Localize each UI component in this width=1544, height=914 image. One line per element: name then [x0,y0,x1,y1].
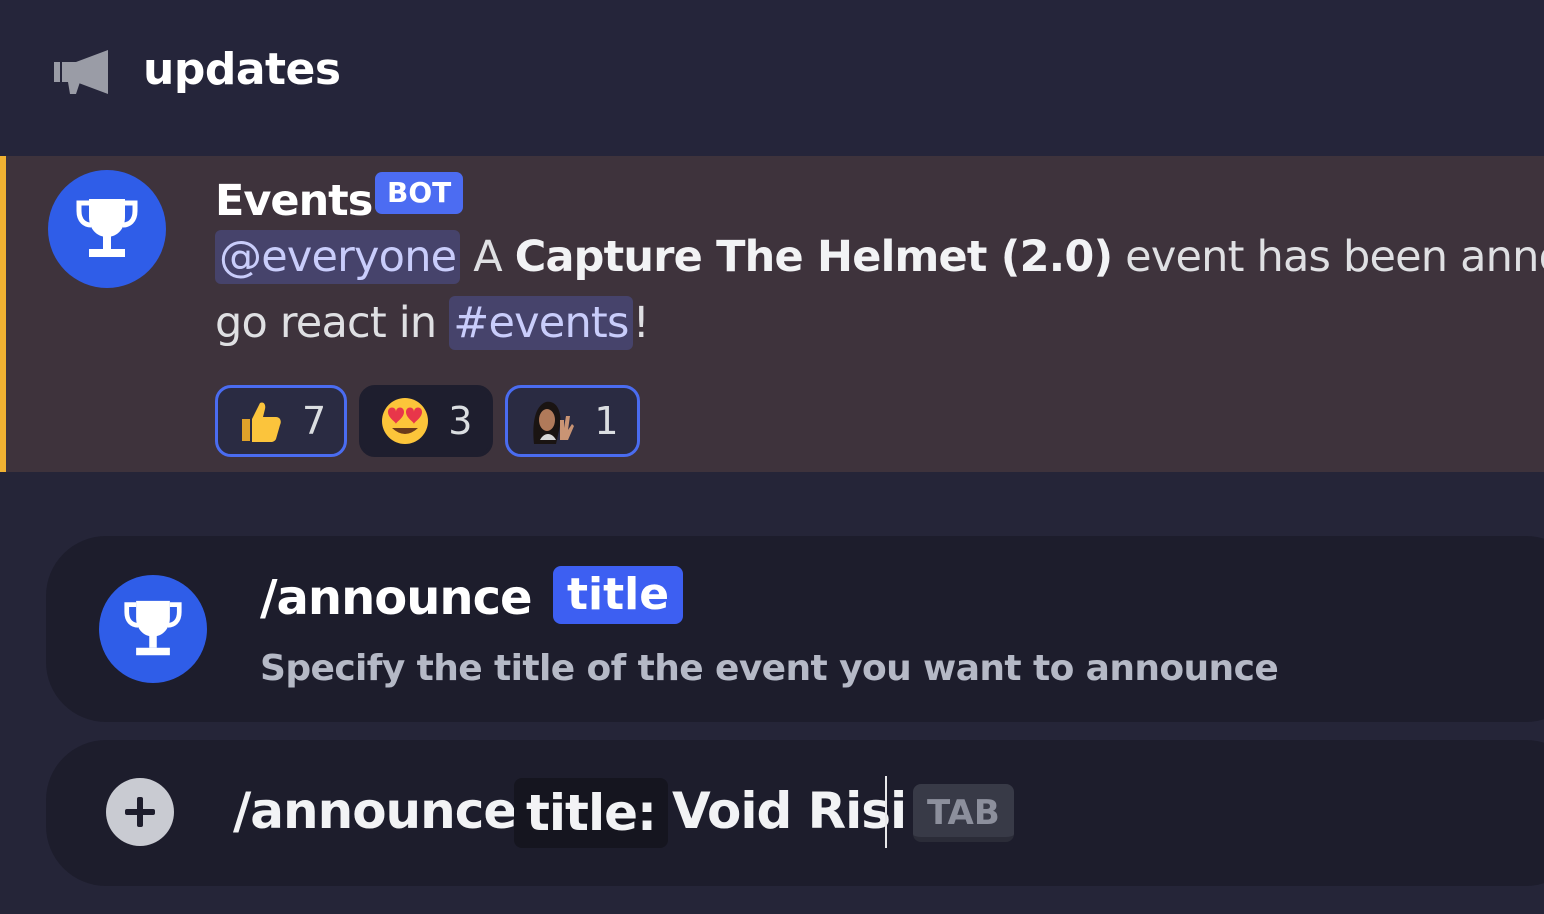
channel-mention[interactable]: #events [449,296,633,350]
message: Events BOT @everyone A Capture The Helme… [0,156,1544,472]
message-text-c: go react in [215,298,437,348]
plus-icon [125,797,155,827]
channel-header: updates [0,0,1544,156]
message-input-bar[interactable]: /announce title: Void Risi TAB [46,740,1544,886]
slash-command-suggestion[interactable]: /announce title Specify the title of the… [46,536,1544,722]
message-text-d: ! [632,298,650,348]
command-option-description: Specify the title of the event you want … [260,648,1279,689]
bot-avatar[interactable] [48,170,166,288]
bot-avatar [99,575,207,683]
thumbs-up-icon [242,402,281,442]
trophy-icon [124,600,182,656]
reactions: 7 3 1 [215,385,640,457]
channel-name: updates [143,44,341,95]
message-line-1: @everyone A Capture The Helmet (2.0) eve… [215,230,1544,284]
message-author[interactable]: Events [215,176,373,226]
reaction-count: 1 [594,399,619,443]
command-option-badge[interactable]: title [553,566,684,624]
waving-person-icon [533,401,575,444]
message-text-b: event has been anno [1125,232,1544,282]
input-option-value[interactable]: Void Risi [672,782,907,840]
message-line-2: go react in #events! [215,296,650,350]
tab-key-hint: TAB [913,784,1014,842]
megaphone-icon [54,50,108,94]
trophy-icon [76,199,138,257]
heart-eyes-icon [382,398,429,444]
reaction-count: 7 [302,399,327,443]
reaction-custom-waving-person[interactable]: 1 [505,385,640,457]
reaction-count: 3 [448,399,473,443]
input-command[interactable]: /announce [233,782,517,840]
reaction-thumbs-up[interactable]: 7 [215,385,348,457]
text-cursor [885,776,887,848]
message-text-a: A [473,232,502,282]
everyone-mention[interactable]: @everyone [215,230,461,284]
event-name: Capture The Helmet (2.0) [514,232,1113,282]
input-option-label[interactable]: title: [514,778,668,848]
bot-badge: BOT [375,172,464,214]
command-name: /announce [260,570,533,626]
upload-button[interactable] [106,778,174,846]
reaction-heart-eyes[interactable]: 3 [359,385,494,457]
